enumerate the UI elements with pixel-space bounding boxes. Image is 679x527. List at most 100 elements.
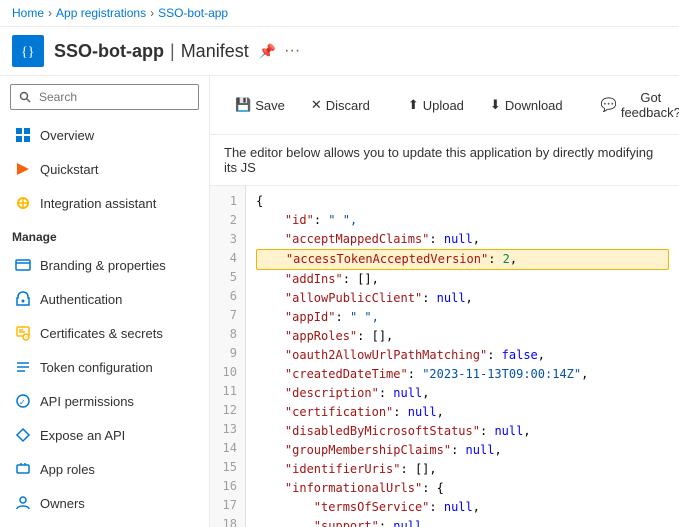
pin-icon[interactable]: 📌 bbox=[259, 43, 276, 60]
line-number: 18 bbox=[215, 515, 245, 527]
save-button[interactable]: 💾 Save bbox=[224, 91, 296, 119]
code-line: "identifierUris": [], bbox=[256, 460, 669, 479]
page-title-app: SSO-bot-app bbox=[54, 41, 164, 62]
code-line: "appId": " ", bbox=[256, 308, 669, 327]
line-number: 1 bbox=[222, 192, 245, 211]
sidebar-item-overview[interactable]: Overview bbox=[0, 118, 209, 152]
more-icon[interactable]: ··· bbox=[284, 42, 300, 60]
sidebar-item-branding[interactable]: Branding & properties bbox=[0, 248, 209, 282]
line-number: 8 bbox=[222, 325, 245, 344]
svg-text:✓: ✓ bbox=[25, 335, 29, 341]
line-number: 15 bbox=[215, 458, 245, 477]
code-line: "accessTokenAcceptedVersion": 2, bbox=[256, 249, 669, 270]
code-line: "createdDateTime": "2023-11-13T09:00:14Z… bbox=[256, 365, 669, 384]
app-icon: {} bbox=[12, 35, 44, 67]
owners-label: Owners bbox=[40, 496, 85, 511]
line-number: 6 bbox=[222, 287, 245, 306]
sidebar-item-app-roles[interactable]: App roles bbox=[0, 452, 209, 486]
code-line: "informationalUrls": { bbox=[256, 479, 669, 498]
search-input[interactable] bbox=[10, 84, 199, 110]
search-container bbox=[0, 76, 209, 118]
code-line: "allowPublicClient": null, bbox=[256, 289, 669, 308]
breadcrumb-app-registrations[interactable]: App registrations bbox=[56, 6, 146, 20]
code-line: "addIns": [], bbox=[256, 270, 669, 289]
token-icon bbox=[14, 358, 32, 376]
feedback-icon: 💬 bbox=[601, 97, 617, 113]
line-number: 11 bbox=[215, 382, 245, 401]
sidebar-item-api-permissions[interactable]: ✓ API permissions bbox=[0, 384, 209, 418]
line-number: 9 bbox=[222, 344, 245, 363]
content-area: 💾 Save ✕ Discard ⬆ Upload ⬇ Download 💬 G… bbox=[210, 76, 679, 527]
braces-icon: {} bbox=[19, 42, 37, 60]
code-content[interactable]: { "id": " ", "acceptMappedClaims": null,… bbox=[246, 186, 679, 527]
sidebar-item-integration[interactable]: Integration assistant bbox=[0, 186, 209, 220]
owners-icon bbox=[14, 494, 32, 512]
sidebar: Overview Quickstart Integration assistan… bbox=[0, 76, 210, 527]
code-line: "termsOfService": null, bbox=[256, 498, 669, 517]
code-line: "disabledByMicrosoftStatus": null, bbox=[256, 422, 669, 441]
code-line: { bbox=[256, 192, 669, 211]
sidebar-item-owners[interactable]: Owners bbox=[0, 486, 209, 520]
svg-text:✓: ✓ bbox=[19, 398, 26, 407]
code-line: "description": null, bbox=[256, 384, 669, 403]
cert-label: Certificates & secrets bbox=[40, 326, 163, 341]
approles-icon bbox=[14, 460, 32, 478]
overview-icon bbox=[14, 126, 32, 144]
auth-label: Authentication bbox=[40, 292, 122, 307]
manage-section-label: Manage bbox=[0, 220, 209, 248]
editor: 123456789101112131415161718192021 { "id"… bbox=[210, 186, 679, 527]
download-button[interactable]: ⬇ Download bbox=[479, 91, 574, 119]
breadcrumb-home[interactable]: Home bbox=[12, 6, 44, 20]
line-numbers: 123456789101112131415161718192021 bbox=[210, 186, 246, 527]
breadcrumb-app-name[interactable]: SSO-bot-app bbox=[158, 6, 228, 20]
branding-label: Branding & properties bbox=[40, 258, 166, 273]
token-label: Token configuration bbox=[40, 360, 153, 375]
sidebar-item-roles-admins[interactable]: Roles and administrators bbox=[0, 520, 209, 527]
breadcrumb: Home › App registrations › SSO-bot-app bbox=[0, 0, 679, 27]
code-line: "oauth2AllowUrlPathMatching": false, bbox=[256, 346, 669, 365]
line-number: 2 bbox=[222, 211, 245, 230]
main-layout: Overview Quickstart Integration assistan… bbox=[0, 76, 679, 527]
feedback-button[interactable]: 💬 Got feedback? bbox=[590, 84, 679, 126]
code-line: "appRoles": [], bbox=[256, 327, 669, 346]
api-icon: ✓ bbox=[14, 392, 32, 410]
line-number: 12 bbox=[215, 401, 245, 420]
code-line: "id": " ", bbox=[256, 211, 669, 230]
line-number: 17 bbox=[215, 496, 245, 515]
code-line: "support": null, bbox=[256, 517, 669, 527]
discard-button[interactable]: ✕ Discard bbox=[300, 91, 381, 119]
overview-label: Overview bbox=[40, 128, 94, 143]
integration-label: Integration assistant bbox=[40, 196, 156, 211]
api-label: API permissions bbox=[40, 394, 134, 409]
code-line: "certification": null, bbox=[256, 403, 669, 422]
upload-button[interactable]: ⬆ Upload bbox=[397, 91, 475, 119]
line-number: 3 bbox=[222, 230, 245, 249]
description-text: The editor below allows you to update th… bbox=[210, 135, 679, 186]
code-line: "acceptMappedClaims": null, bbox=[256, 230, 669, 249]
line-number: 10 bbox=[215, 363, 245, 382]
svg-text:{}: {} bbox=[21, 45, 34, 60]
toolbar: 💾 Save ✕ Discard ⬆ Upload ⬇ Download 💬 G… bbox=[210, 76, 679, 135]
line-number: 7 bbox=[222, 306, 245, 325]
cert-icon: ✓ bbox=[14, 324, 32, 342]
auth-icon bbox=[14, 290, 32, 308]
page-header: {} SSO-bot-app | Manifest 📌 ··· bbox=[0, 27, 679, 76]
line-number: 14 bbox=[215, 439, 245, 458]
line-number: 5 bbox=[222, 268, 245, 287]
page-subtitle: Manifest bbox=[181, 41, 249, 62]
save-icon: 💾 bbox=[235, 97, 251, 113]
quickstart-icon bbox=[14, 160, 32, 178]
upload-icon: ⬆ bbox=[408, 97, 419, 113]
sidebar-item-token[interactable]: Token configuration bbox=[0, 350, 209, 384]
branding-icon bbox=[14, 256, 32, 274]
approles-label: App roles bbox=[40, 462, 95, 477]
sidebar-item-certificates[interactable]: ✓ Certificates & secrets bbox=[0, 316, 209, 350]
sidebar-item-quickstart[interactable]: Quickstart bbox=[0, 152, 209, 186]
line-number: 13 bbox=[215, 420, 245, 439]
expose-icon bbox=[14, 426, 32, 444]
sidebar-item-authentication[interactable]: Authentication bbox=[0, 282, 209, 316]
expose-label: Expose an API bbox=[40, 428, 125, 443]
discard-icon: ✕ bbox=[311, 97, 322, 113]
sidebar-item-expose-api[interactable]: Expose an API bbox=[0, 418, 209, 452]
code-line: "groupMembershipClaims": null, bbox=[256, 441, 669, 460]
